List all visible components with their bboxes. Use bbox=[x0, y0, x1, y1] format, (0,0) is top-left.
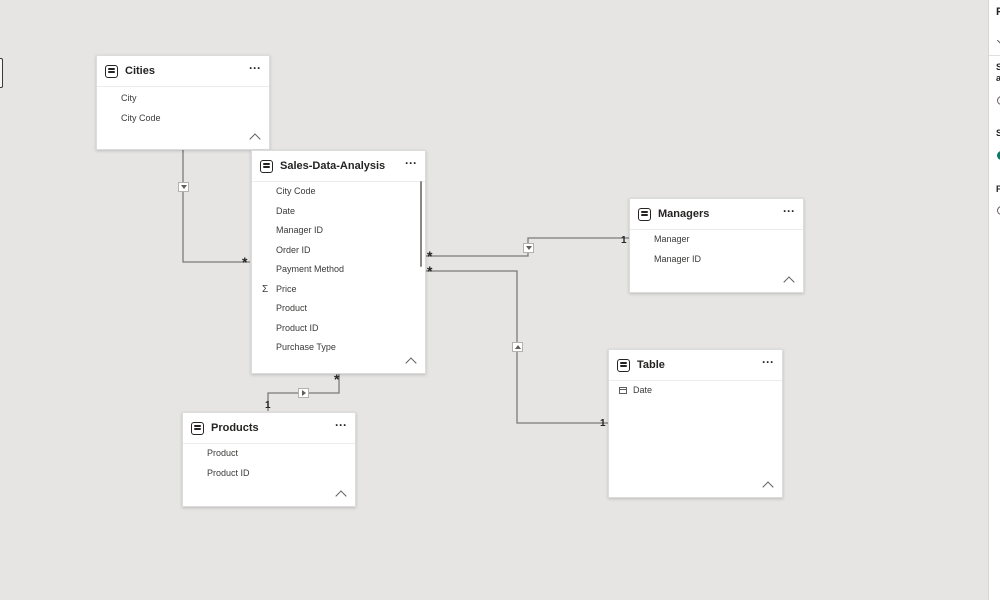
properties-pane[interactable]: P S a S P bbox=[988, 0, 1000, 600]
field-product-id[interactable]: Product ID bbox=[183, 464, 355, 484]
calendar-icon bbox=[619, 387, 627, 394]
canvas-edge-handle[interactable] bbox=[0, 58, 3, 88]
table-icon bbox=[191, 421, 204, 435]
field-date[interactable]: Date bbox=[252, 202, 425, 222]
cardinality-one-managers: 1 bbox=[621, 235, 627, 246]
cities-table-title: Cities bbox=[125, 65, 155, 77]
managers-table-header[interactable]: Managers ··· bbox=[630, 199, 803, 230]
field-date-label: Date bbox=[633, 385, 653, 395]
cities-table-card[interactable]: Cities ··· City City Code bbox=[96, 55, 270, 150]
field-manager-id[interactable]: Manager ID bbox=[630, 250, 803, 270]
cardinality-many-sales-managers: * bbox=[427, 248, 433, 264]
scrollbar[interactable] bbox=[420, 181, 422, 267]
collapse-chevron-up-icon[interactable] bbox=[405, 357, 417, 369]
collapse-chevron-up-icon[interactable] bbox=[762, 481, 774, 493]
cardinality-many-cities-sales: * bbox=[242, 254, 248, 270]
sum-icon: Σ bbox=[262, 283, 269, 295]
field-manager[interactable]: Manager bbox=[630, 230, 803, 250]
pane-label-1: S bbox=[996, 62, 1000, 72]
cities-table-header[interactable]: Cities ··· bbox=[97, 56, 269, 87]
field-manager-id[interactable]: Manager ID bbox=[252, 221, 425, 241]
collapse-chevron-up-icon[interactable] bbox=[335, 490, 347, 502]
cardinality-many-sales-products: * bbox=[334, 371, 340, 387]
filter-direction-indicator-sales-managers[interactable] bbox=[523, 243, 534, 253]
field-city-code[interactable]: City Code bbox=[252, 182, 425, 202]
managers-table-card[interactable]: Managers ··· Manager Manager ID bbox=[629, 198, 804, 293]
table-icon bbox=[617, 358, 630, 372]
cardinality-one-products: 1 bbox=[265, 400, 271, 411]
table-icon bbox=[105, 64, 118, 78]
field-purchase-type[interactable]: Purchase Type bbox=[252, 338, 425, 358]
cardinality-one-table: 1 bbox=[600, 418, 606, 429]
filter-direction-indicator-sales-table[interactable] bbox=[512, 342, 523, 352]
model-canvas[interactable]: Cities ··· City City Code Sales-Data-Ana… bbox=[0, 0, 988, 600]
sales-data-analysis-table-card[interactable]: Sales-Data-Analysis ··· City Code Date M… bbox=[251, 150, 426, 374]
products-table-card[interactable]: Products ··· Product Product ID bbox=[182, 412, 356, 507]
field-date[interactable]: Date bbox=[609, 381, 782, 401]
table-table-header[interactable]: Table ··· bbox=[609, 350, 782, 381]
field-payment-method[interactable]: Payment Method bbox=[252, 260, 425, 280]
arrow-right-icon bbox=[301, 390, 306, 396]
arrow-down-icon bbox=[180, 185, 187, 189]
table-table-title: Table bbox=[637, 359, 665, 371]
field-product[interactable]: Product bbox=[183, 444, 355, 464]
field-city[interactable]: City bbox=[97, 89, 269, 109]
pane-label-2: S bbox=[996, 128, 1000, 138]
field-product[interactable]: Product bbox=[252, 299, 425, 319]
arrow-down-icon bbox=[525, 246, 532, 250]
filter-direction-indicator-sales-products[interactable] bbox=[298, 388, 309, 398]
field-city-code[interactable]: City Code bbox=[97, 109, 269, 129]
sales-table-header[interactable]: Sales-Data-Analysis ··· bbox=[252, 151, 425, 182]
filter-direction-indicator-cities-sales[interactable] bbox=[178, 182, 189, 192]
table-table-card[interactable]: Table ··· Date bbox=[608, 349, 783, 498]
more-options-icon[interactable]: ··· bbox=[249, 62, 261, 74]
field-price[interactable]: Σ Price bbox=[252, 280, 425, 300]
field-order-id[interactable]: Order ID bbox=[252, 241, 425, 261]
relationship-line-cities-sales bbox=[182, 150, 250, 263]
table-icon bbox=[638, 207, 651, 221]
more-options-icon[interactable]: ··· bbox=[405, 157, 417, 169]
managers-table-title: Managers bbox=[658, 208, 710, 220]
field-product-id[interactable]: Product ID bbox=[252, 319, 425, 339]
products-table-header[interactable]: Products ··· bbox=[183, 413, 355, 444]
table-icon bbox=[260, 159, 273, 173]
pane-label-1b: a bbox=[996, 73, 1000, 83]
arrow-up-icon bbox=[514, 345, 521, 349]
more-options-icon[interactable]: ··· bbox=[783, 205, 795, 217]
sales-table-title: Sales-Data-Analysis bbox=[280, 160, 386, 172]
pane-divider bbox=[989, 55, 1000, 56]
products-table-title: Products bbox=[211, 422, 259, 434]
collapse-chevron-up-icon[interactable] bbox=[783, 276, 795, 288]
pane-label-3: P bbox=[996, 184, 1000, 194]
cardinality-many-sales-table: * bbox=[427, 263, 433, 279]
pane-title: P bbox=[996, 6, 1000, 18]
collapse-chevron-up-icon[interactable] bbox=[249, 133, 261, 145]
more-options-icon[interactable]: ··· bbox=[335, 419, 347, 431]
field-price-label: Price bbox=[276, 283, 297, 294]
more-options-icon[interactable]: ··· bbox=[762, 356, 774, 368]
